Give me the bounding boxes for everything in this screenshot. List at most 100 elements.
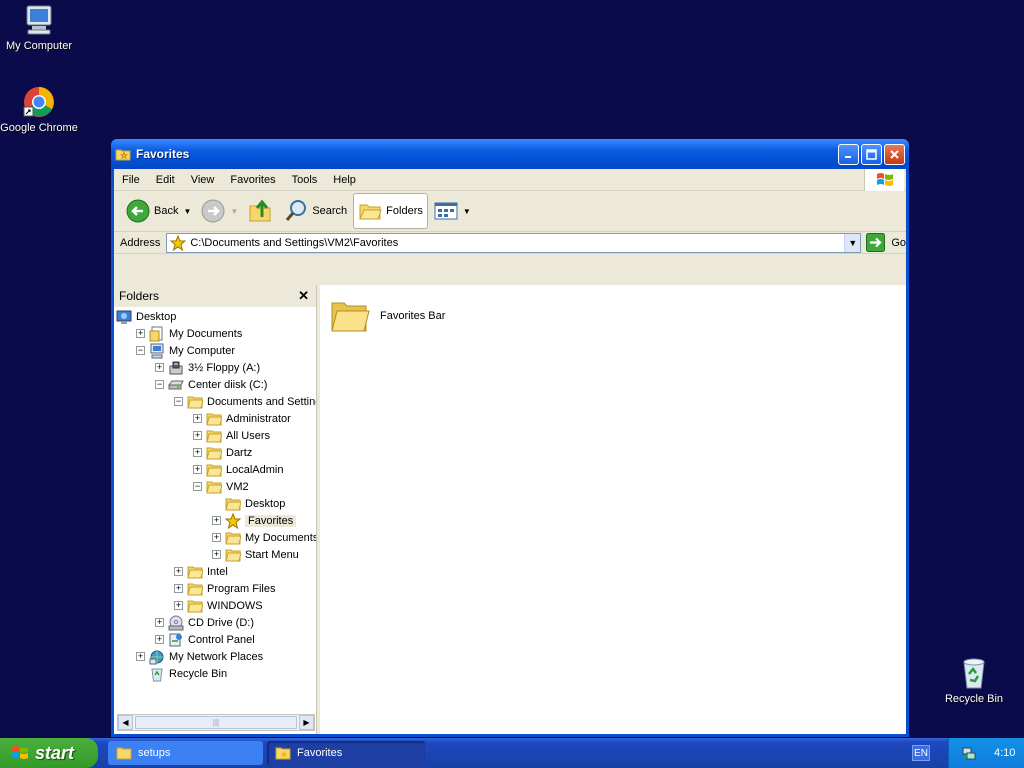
expand-icon[interactable]: + <box>155 618 164 627</box>
horizontal-scrollbar[interactable]: ◀ ||| ▶ <box>117 714 315 731</box>
folder-item[interactable]: Favorites Bar <box>330 297 445 335</box>
tree-item[interactable]: + Control Panel <box>155 631 255 648</box>
expand-icon[interactable]: + <box>212 550 221 559</box>
close-button[interactable] <box>884 143 905 165</box>
expand-icon[interactable]: + <box>136 329 145 338</box>
tree-item[interactable]: − VM2 <box>193 478 249 495</box>
tree-item-label: All Users <box>226 429 271 442</box>
back-button[interactable]: Back ▼ <box>122 193 195 229</box>
network-tray-icon[interactable] <box>961 745 977 761</box>
tree-item-label: Start Menu <box>245 548 299 561</box>
menu-edit[interactable]: Edit <box>148 174 183 186</box>
tree-item[interactable]: + Intel <box>174 563 228 580</box>
tree-item[interactable]: +3½ Floppy (A:) <box>155 359 260 376</box>
tree-item-label: Control Panel <box>188 633 255 646</box>
start-button[interactable]: start <box>0 738 98 768</box>
views-dropdown-icon[interactable]: ▼ <box>463 207 471 216</box>
menu-favorites[interactable]: Favorites <box>222 174 283 186</box>
expand-icon[interactable]: + <box>193 465 202 474</box>
desktop-icon-label: Recycle Bin <box>944 693 1004 705</box>
up-folder-button[interactable] <box>244 193 278 229</box>
address-input[interactable]: C:\Documents and Settings\VM2\Favorites … <box>166 232 862 253</box>
tree-item[interactable]: + Dartz <box>193 444 252 461</box>
taskbar-item-setups[interactable]: setups <box>108 741 263 765</box>
tree-item[interactable]: Desktop <box>212 495 285 512</box>
expand-icon[interactable]: + <box>193 448 202 457</box>
tree-item[interactable]: + LocalAdmin <box>193 461 283 478</box>
expand-icon[interactable]: + <box>212 516 221 525</box>
views-button[interactable]: ▼ <box>430 193 475 229</box>
go-button[interactable]: Go <box>866 233 906 252</box>
tree-item[interactable]: + CD Drive (D:) <box>155 614 254 631</box>
toolbar: Back ▼ ▼ Search Folders ▼ <box>114 191 906 232</box>
tree-item[interactable]: − My Computer <box>136 342 235 359</box>
taskbar-item-favorites[interactable]: Favorites <box>267 741 425 765</box>
tree-item[interactable]: Recycle Bin <box>136 665 227 682</box>
collapse-icon[interactable]: − <box>136 346 145 355</box>
forward-button[interactable]: ▼ <box>197 193 242 229</box>
menu-view[interactable]: View <box>183 174 223 186</box>
minimize-button[interactable] <box>838 143 859 165</box>
address-label: Address <box>120 236 161 249</box>
address-value: C:\Documents and Settings\VM2\Favorites <box>190 236 399 249</box>
expand-icon[interactable]: + <box>212 533 221 542</box>
tree-item[interactable]: + My Documents <box>212 529 316 546</box>
menu-help[interactable]: Help <box>325 174 364 186</box>
windows-flag-icon <box>12 746 28 759</box>
folder-icon <box>225 497 241 511</box>
forward-dropdown-icon[interactable]: ▼ <box>230 207 238 216</box>
desktop-icon-google-chrome[interactable]: Google Chrome <box>0 85 80 134</box>
desktop-icon-my-computer[interactable]: My Computer <box>0 3 80 52</box>
maximize-button[interactable] <box>861 143 882 165</box>
close-pane-icon[interactable]: ✕ <box>298 288 309 304</box>
tree-item-label: LocalAdmin <box>226 463 284 476</box>
expand-icon[interactable]: + <box>174 601 183 610</box>
expand-icon[interactable]: + <box>193 431 202 440</box>
chrome-icon <box>23 87 54 117</box>
expand-icon[interactable]: + <box>174 584 183 593</box>
desktop-icon-recycle-bin[interactable]: Recycle Bin <box>933 656 1015 705</box>
search-button[interactable]: Search <box>280 193 351 229</box>
expand-icon[interactable]: + <box>174 567 183 576</box>
menu-tools[interactable]: Tools <box>284 174 326 186</box>
tree-item-label: CD Drive (D:) <box>188 616 254 629</box>
folders-button[interactable]: Folders <box>353 193 428 229</box>
favorites-folder-icon <box>275 747 291 760</box>
expand-icon[interactable]: + <box>193 414 202 423</box>
tree-item-label: VM2 <box>226 480 249 493</box>
tree-item[interactable]: + Administrator <box>193 410 291 427</box>
favorites-folder-icon <box>115 149 131 161</box>
scroll-left-icon[interactable]: ◀ <box>118 715 133 730</box>
language-indicator[interactable]: EN <box>912 745 930 761</box>
my-computer-icon <box>26 5 52 35</box>
collapse-icon[interactable]: − <box>174 397 183 406</box>
tree-item-label: Center diisk (C:) <box>188 378 268 391</box>
tree-item[interactable]: + All Users <box>193 427 270 444</box>
tree-item[interactable]: + My Network Places <box>136 648 263 665</box>
collapse-icon[interactable]: − <box>193 482 202 491</box>
windows-logo <box>864 169 904 191</box>
tree-item[interactable]: Desktop <box>116 308 176 325</box>
scroll-thumb[interactable]: ||| <box>135 716 297 729</box>
explorer-window[interactable]: Favorites File Edit View Favorites Tools… <box>111 139 909 737</box>
menu-file[interactable]: File <box>114 174 148 186</box>
tree-item[interactable]: + Program Files <box>174 580 275 597</box>
expand-icon[interactable]: + <box>155 635 164 644</box>
scroll-right-icon[interactable]: ▶ <box>299 715 314 730</box>
expand-icon[interactable]: + <box>136 652 145 661</box>
tree-item[interactable]: + Start Menu <box>212 546 299 563</box>
collapse-icon[interactable]: − <box>155 380 164 389</box>
recycle-bin-icon <box>149 666 165 682</box>
tree-item[interactable]: − Center diisk (C:) <box>155 376 267 393</box>
tree-item[interactable]: + My Documents <box>136 325 242 342</box>
folder-icon <box>206 463 222 477</box>
address-dropdown-button[interactable]: ▼ <box>844 233 861 252</box>
back-dropdown-icon[interactable]: ▼ <box>183 207 191 216</box>
tree-item[interactable]: + WINDOWS <box>174 597 263 614</box>
tree-item[interactable]: − Documents and Settings <box>174 393 316 410</box>
folder-icon <box>331 302 370 332</box>
tree-item[interactable]: + Favorites <box>212 512 297 529</box>
address-bar: Address C:\Documents and Settings\VM2\Fa… <box>114 232 906 254</box>
expand-icon[interactable]: + <box>155 363 164 372</box>
title-bar[interactable]: Favorites <box>111 139 909 169</box>
